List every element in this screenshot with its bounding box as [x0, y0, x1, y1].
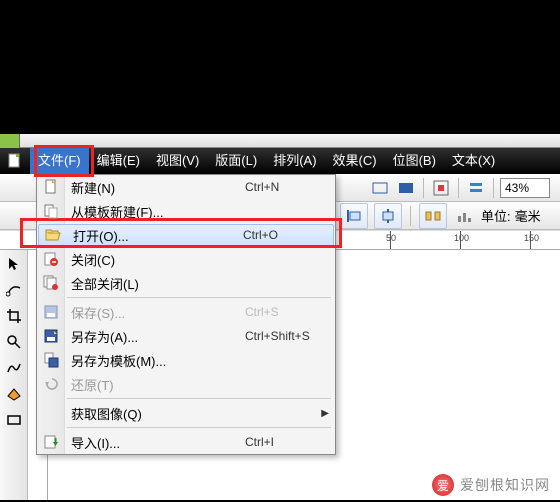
menu-save-label: 保存(S)...: [65, 303, 245, 322]
menu-item-new-from-template[interactable]: 从模板新建(F)...: [37, 199, 335, 223]
menu-item-acquire-image[interactable]: 获取图像(Q) ▶: [37, 401, 335, 425]
menu-item-import[interactable]: 导入(I)... Ctrl+I: [37, 430, 335, 454]
chevron-right-icon: ▶: [321, 408, 329, 419]
menu-import-label: 导入(I)...: [65, 433, 245, 452]
menu-bitmap[interactable]: 位图(B): [385, 148, 444, 174]
menu-acquire-label: 获取图像(Q): [65, 404, 245, 423]
watermark-text: 爱刨根知识网: [460, 475, 550, 495]
menu-layout[interactable]: 版面(L): [207, 148, 265, 174]
menu-revert-label: 还原(T): [65, 375, 245, 394]
menu-file[interactable]: 文件(F): [30, 148, 89, 174]
toolbox: [0, 250, 28, 500]
rectangle-tool-icon[interactable]: [4, 410, 24, 430]
zoom-value: 43%: [505, 181, 529, 195]
document-tabs: [0, 134, 560, 148]
menu-item-save-as-template[interactable]: 另存为模板(M)...: [37, 348, 335, 372]
tb-full-icon[interactable]: [395, 177, 417, 199]
menu-nft-label: 从模板新建(F)...: [65, 202, 245, 221]
menubar: 文件(F) 编辑(E) 视图(V) 版面(L) 排列(A) 效果(C) 位图(B…: [0, 148, 560, 174]
ruler-100: 100: [454, 233, 469, 243]
menu-arrange[interactable]: 排列(A): [265, 148, 324, 174]
menu-import-shortcut: Ctrl+I: [245, 435, 335, 449]
close-icon: [37, 247, 65, 271]
freehand-tool-icon[interactable]: [4, 358, 24, 378]
menu-sat-label: 另存为模板(M)...: [65, 351, 245, 370]
tb-snap-icon[interactable]: [430, 177, 452, 199]
new-document-icon[interactable]: [4, 152, 26, 170]
menu-new-shortcut: Ctrl+N: [245, 180, 335, 194]
menu-item-new[interactable]: 新建(N) Ctrl+N: [37, 175, 335, 199]
menu-save-as-shortcut: Ctrl+Shift+S: [245, 329, 335, 343]
revert-icon: [37, 372, 65, 396]
watermark: 爱 爱刨根知识网: [432, 474, 550, 496]
align-center-icon[interactable]: [374, 203, 402, 229]
menu-save-shortcut: Ctrl+S: [245, 305, 335, 319]
menu-open-shortcut: Ctrl+O: [243, 228, 333, 242]
tb-outline-icon[interactable]: [369, 177, 391, 199]
menu-close-label: 关闭(C): [65, 250, 245, 269]
menu-close-all-label: 全部关闭(L): [65, 274, 245, 293]
watermark-logo-icon: 爱: [432, 474, 454, 496]
menu-item-close[interactable]: 关闭(C): [37, 247, 335, 271]
menu-item-save-as[interactable]: 另存为(A)... Ctrl+Shift+S: [37, 324, 335, 348]
ruler-150: 150: [524, 233, 539, 243]
shape-tool-icon[interactable]: [4, 280, 24, 300]
tb-options-icon[interactable]: [465, 177, 487, 199]
smart-fill-icon[interactable]: [4, 384, 24, 404]
unit-value: 毫米: [515, 206, 541, 225]
save-as-icon: [37, 324, 65, 348]
menu-item-open[interactable]: 打开(O)... Ctrl+O: [38, 224, 334, 246]
file-menu-panel: 新建(N) Ctrl+N 从模板新建(F)... 打开(O)... Ctrl+O…: [36, 174, 336, 455]
new-icon: [37, 175, 65, 199]
zoom-tool-icon[interactable]: [4, 332, 24, 352]
open-folder-icon: [39, 223, 67, 247]
save-icon: [37, 300, 65, 324]
menu-open-label: 打开(O)...: [67, 226, 243, 245]
menu-item-close-all[interactable]: 全部关闭(L): [37, 271, 335, 295]
menu-effects[interactable]: 效果(C): [325, 148, 385, 174]
menu-new-label: 新建(N): [65, 178, 245, 197]
menu-edit[interactable]: 编辑(E): [89, 148, 148, 174]
new-template-icon: [37, 199, 65, 223]
tab-active[interactable]: [0, 134, 20, 148]
pick-tool-icon[interactable]: [4, 254, 24, 274]
menu-text[interactable]: 文本(X): [444, 148, 503, 174]
close-all-icon: [37, 271, 65, 295]
menu-item-revert: 还原(T): [37, 372, 335, 396]
crop-tool-icon[interactable]: [4, 306, 24, 326]
menu-item-save: 保存(S)... Ctrl+S: [37, 300, 335, 324]
import-icon: [37, 430, 65, 454]
align-left-icon[interactable]: [340, 203, 368, 229]
zoom-combo[interactable]: 43%: [500, 178, 550, 198]
ruler-50: 50: [386, 233, 396, 243]
menu-save-as-label: 另存为(A)...: [65, 327, 245, 346]
unit-prefix: 单位:: [481, 206, 511, 225]
distribute-icon[interactable]: [419, 203, 447, 229]
menu-view[interactable]: 视图(V): [148, 148, 207, 174]
save-as-template-icon: [37, 348, 65, 372]
chart-icon[interactable]: [453, 205, 475, 227]
